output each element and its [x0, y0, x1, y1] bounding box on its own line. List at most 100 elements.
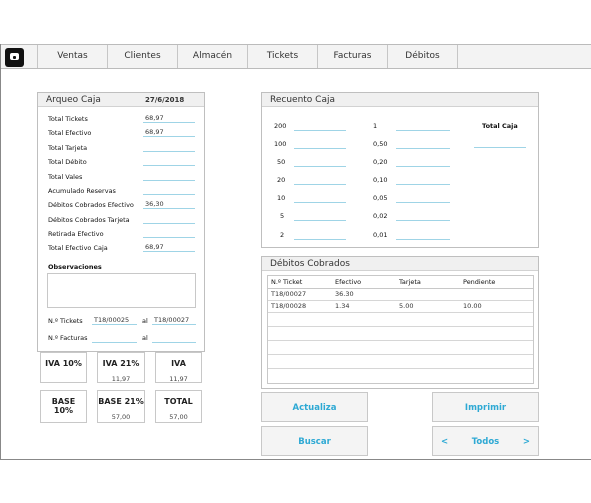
prev-page-button[interactable]: < — [441, 427, 448, 457]
total-caja-field[interactable] — [474, 147, 526, 148]
observaciones-textarea[interactable] — [47, 273, 196, 308]
field-underline — [92, 324, 137, 325]
field-underline — [143, 237, 195, 238]
tab-facturas[interactable]: Facturas — [317, 45, 387, 68]
arqueo-row-value[interactable]: 68,97 — [145, 114, 164, 122]
arqueo-row-value[interactable]: 36,30 — [145, 200, 164, 208]
count-field[interactable] — [294, 166, 346, 167]
field-underline — [143, 165, 195, 166]
facturas-from-field[interactable] — [92, 342, 137, 343]
facturas-range-label: N.º Facturas — [48, 334, 88, 342]
tickets-to-field[interactable]: T18/00027 — [154, 316, 189, 324]
table-cell — [460, 288, 533, 301]
column-header: Efectivo — [332, 276, 396, 289]
debitos-table: N.º Ticket Efectivo Tarjeta Pendiente T1… — [268, 276, 533, 382]
count-field[interactable] — [396, 148, 450, 149]
arqueo-row-label: Total Tickets — [48, 115, 88, 123]
base-21-title: BASE 21% — [98, 397, 144, 406]
buscar-button[interactable]: Buscar — [261, 426, 368, 456]
count-field[interactable] — [294, 184, 346, 185]
debitos-table-frame: N.º Ticket Efectivo Tarjeta Pendiente T1… — [267, 275, 534, 384]
tab-almacen[interactable]: Almacén — [177, 45, 247, 68]
table-cell — [396, 288, 460, 301]
field-underline — [143, 151, 195, 152]
arqueo-row-value[interactable]: 68,97 — [145, 243, 164, 251]
table-cell: 1.34 — [332, 300, 396, 313]
field-underline — [143, 122, 195, 123]
iva-21-title: IVA 21% — [102, 359, 140, 368]
base-10-box: BASE 10% — [40, 390, 87, 423]
tab-ventas[interactable]: Ventas — [37, 45, 107, 68]
app-logo-icon[interactable] — [5, 48, 24, 67]
arqueo-row-label: Acumulado Reservas — [48, 187, 116, 195]
tab-clientes[interactable]: Clientes — [107, 45, 177, 68]
arqueo-row-label: Débitos Cobrados Tarjeta — [48, 216, 130, 224]
todos-pager: < Todos > — [432, 426, 539, 456]
facturas-to-field[interactable] — [152, 342, 196, 343]
arqueo-caja-title: Arqueo Caja — [46, 95, 101, 105]
table-row[interactable]: T18/00028 1.34 5.00 10.00 — [268, 300, 533, 313]
recuento-caja-title: Recuento Caja — [270, 95, 335, 105]
denomination-label: 0,02 — [373, 212, 388, 220]
tab-debitos[interactable]: Débitos — [387, 45, 458, 68]
denomination-label: 0,10 — [373, 176, 388, 184]
total-title: TOTAL — [164, 397, 193, 406]
count-field[interactable] — [396, 239, 450, 240]
todos-button[interactable]: Todos — [472, 437, 500, 447]
denomination-label: 200 — [274, 122, 287, 130]
denomination-label: 0,01 — [373, 231, 388, 239]
table-row-empty — [268, 368, 533, 382]
iva-10-title: IVA 10% — [45, 359, 82, 368]
arqueo-row-label: Total Débito — [48, 158, 87, 166]
iva-total-value: 11,97 — [169, 375, 188, 383]
count-field[interactable] — [294, 239, 346, 240]
base-21-box: BASE 21% 57,00 — [97, 390, 145, 423]
count-field[interactable] — [396, 220, 450, 221]
total-caja-label: Total Caja — [482, 122, 518, 130]
count-field[interactable] — [396, 166, 450, 167]
denomination-label: 5 — [280, 212, 285, 220]
facturas-range-separator: al — [142, 334, 148, 342]
base-21-value: 57,00 — [111, 413, 131, 421]
imprimir-button[interactable]: Imprimir — [432, 392, 539, 422]
denomination-label: 100 — [274, 140, 287, 148]
iva-21-value: 11,97 — [111, 375, 131, 383]
arqueo-row-value[interactable]: 68,97 — [145, 128, 164, 136]
arqueo-row-label: Total Efectivo — [48, 129, 92, 137]
next-page-button[interactable]: > — [523, 427, 530, 457]
denomination-label: 0,50 — [373, 140, 388, 148]
denomination-label: 20 — [277, 176, 286, 184]
table-row-empty — [268, 326, 533, 341]
count-field[interactable] — [294, 220, 346, 221]
actualiza-button[interactable]: Actualiza — [261, 392, 368, 422]
observaciones-label: Observaciones — [48, 263, 102, 271]
tab-tickets[interactable]: Tickets — [247, 45, 317, 68]
field-underline — [152, 324, 196, 325]
count-field[interactable] — [396, 202, 450, 203]
table-header-row: N.º Ticket Efectivo Tarjeta Pendiente — [268, 276, 533, 289]
tickets-from-field[interactable]: T18/00025 — [94, 316, 129, 324]
debitos-cobrados-panel: Débitos Cobrados N.º Ticket Efectivo Tar… — [261, 256, 539, 389]
denomination-label: 0,20 — [373, 158, 388, 166]
field-underline — [143, 208, 195, 209]
denomination-label: 2 — [280, 231, 285, 239]
app-window: Ventas Clientes Almacén Tickets Facturas… — [0, 44, 591, 460]
table-cell: 36.30 — [332, 288, 396, 301]
denomination-label: 1 — [373, 122, 378, 130]
count-field[interactable] — [396, 184, 450, 185]
table-cell: T18/00028 — [268, 300, 332, 313]
table-row[interactable]: T18/00027 36.30 — [268, 288, 533, 301]
count-field[interactable] — [294, 202, 346, 203]
count-field[interactable] — [294, 148, 346, 149]
tickets-range-separator: al — [142, 317, 148, 325]
table-row-empty — [268, 340, 533, 355]
table-row-empty — [268, 354, 533, 369]
arqueo-date: 27/6/2018 — [145, 96, 185, 104]
table-row-empty — [268, 312, 533, 327]
column-header: N.º Ticket — [268, 276, 332, 289]
arqueo-row-label: Retirada Efectivo — [48, 230, 104, 238]
count-field[interactable] — [396, 130, 450, 131]
count-field[interactable] — [294, 130, 346, 131]
debitos-cobrados-title: Débitos Cobrados — [270, 259, 350, 269]
field-underline — [143, 194, 195, 195]
